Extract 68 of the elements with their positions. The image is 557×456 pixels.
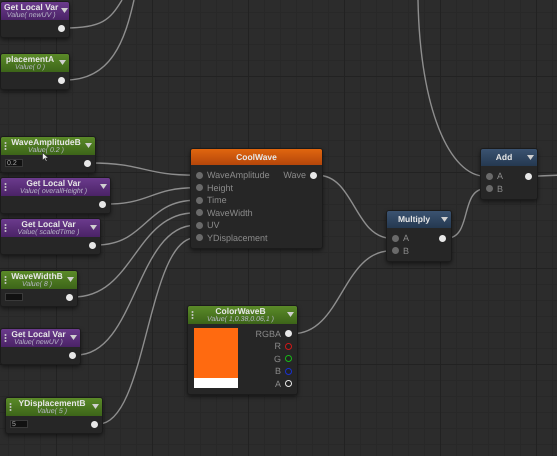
node-title: Get Local Var (10, 330, 67, 338)
output-port[interactable] (66, 294, 73, 300)
node-title: Multiply (396, 215, 432, 224)
node-title: YDisplacementB (17, 399, 87, 408)
output-port[interactable] (58, 76, 65, 84)
output-port[interactable] (99, 200, 106, 208)
port-label: A (403, 232, 410, 244)
caret-icon[interactable] (92, 404, 99, 410)
node-header[interactable]: CoolWave (191, 149, 322, 165)
output-port[interactable] (69, 352, 76, 358)
port-label: WaveAmplitude (207, 169, 270, 182)
caret-icon[interactable] (287, 312, 294, 318)
output-port[interactable] (285, 355, 292, 362)
caret-icon[interactable] (527, 155, 534, 160)
caret-icon[interactable] (441, 217, 448, 222)
grip-icon[interactable] (4, 334, 7, 342)
grip-icon[interactable] (9, 402, 12, 411)
port-label: YDisplacement (207, 232, 268, 244)
port-label: R (274, 340, 281, 352)
output-port[interactable] (89, 242, 96, 248)
node-title: placementA (4, 55, 56, 64)
node-header[interactable]: Add (481, 149, 537, 166)
grip-icon[interactable] (4, 142, 7, 150)
port-label: WaveWidth (207, 206, 253, 219)
output-port[interactable] (91, 420, 98, 428)
output-port[interactable] (84, 160, 91, 166)
grip-icon[interactable] (4, 224, 7, 232)
graph-node[interactable]: Add A B (480, 148, 538, 200)
output-port[interactable] (58, 24, 65, 32)
value-field[interactable] (5, 293, 23, 301)
graph-canvas[interactable] (0, 0, 557, 456)
port-label: G (274, 352, 281, 365)
port-label: B (403, 244, 410, 257)
node-title: CoolWave (235, 152, 278, 162)
port-label: B (497, 182, 504, 195)
node-title: Get Local Var (4, 3, 58, 12)
caret-icon[interactable] (67, 277, 74, 282)
cursor-icon (42, 152, 49, 162)
node-title: ColorWaveB (215, 307, 267, 316)
node-title: Add (494, 153, 514, 162)
grip-icon[interactable] (4, 182, 7, 191)
caret-icon[interactable] (59, 60, 66, 66)
node-header[interactable]: Multiply (387, 211, 451, 228)
output-port[interactable] (439, 234, 446, 242)
node-title: Get Local Var (21, 220, 76, 228)
port-label: RGBA (255, 328, 281, 340)
caret-icon[interactable] (90, 225, 97, 230)
graph-node[interactable]: CoolWave WaveAmplitude Height Time WaveWidth UV YDisplacement Wave (190, 148, 323, 249)
graph-node[interactable]: Multiply A B (386, 210, 452, 262)
output-port[interactable] (310, 172, 317, 179)
port-label: A (274, 378, 281, 390)
port-label: Height (207, 182, 234, 194)
node-title: WaveWidthB (10, 272, 64, 280)
port-label: Wave (283, 169, 306, 182)
caret-icon[interactable] (61, 8, 68, 14)
caret-icon[interactable] (70, 335, 77, 340)
port-label: Time (207, 194, 227, 206)
port-label: UV (207, 219, 220, 232)
caret-icon[interactable] (100, 184, 107, 190)
grip-icon[interactable] (4, 276, 7, 284)
node-title: WaveAmplitudeB (10, 138, 82, 146)
output-port[interactable] (285, 330, 292, 338)
port-label: A (497, 170, 504, 182)
grip-icon[interactable] (191, 310, 194, 319)
node-title: Get Local Var (26, 179, 81, 188)
port-label: B (274, 365, 281, 378)
output-port[interactable] (525, 172, 532, 180)
caret-icon[interactable] (85, 143, 92, 148)
